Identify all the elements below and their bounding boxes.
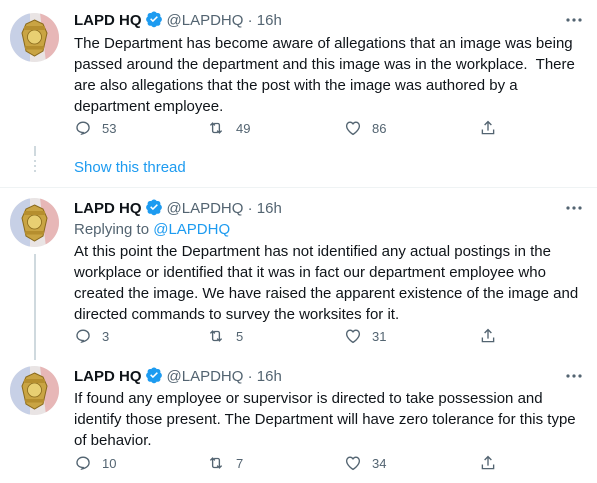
display-name[interactable]: LAPD HQ bbox=[74, 12, 142, 29]
more-options-icon[interactable] bbox=[563, 10, 585, 30]
tweet-1[interactable]: LAPD HQ @LAPDHQ · 16h The Department has … bbox=[0, 0, 597, 175]
retweet-icon bbox=[209, 330, 223, 342]
tweet-text: If found any employee or supervisor is d… bbox=[74, 390, 580, 449]
handle[interactable]: @LAPDHQ bbox=[167, 368, 244, 385]
avatar[interactable] bbox=[10, 13, 59, 62]
like-button[interactable]: 34 bbox=[344, 453, 386, 473]
separator-dot: · bbox=[247, 200, 253, 217]
tweet-header: LAPD HQ @LAPDHQ · 16h bbox=[74, 10, 282, 30]
display-name[interactable]: LAPD HQ bbox=[74, 200, 142, 217]
separator-dot: · bbox=[247, 368, 253, 385]
like-count: 31 bbox=[372, 328, 387, 344]
show-thread-link[interactable]: Show this thread bbox=[74, 158, 186, 178]
reply-count: 53 bbox=[102, 120, 117, 136]
retweet-button[interactable]: 49 bbox=[206, 118, 250, 138]
replying-to-handle-link[interactable]: @LAPDHQ bbox=[153, 221, 230, 238]
thread-line bbox=[34, 254, 36, 360]
replying-to: Replying to @LAPDHQ bbox=[74, 220, 230, 240]
share-icon bbox=[481, 120, 495, 135]
more-options-icon[interactable] bbox=[563, 366, 585, 386]
tweet-text: At this point the Department has not ide… bbox=[74, 243, 583, 323]
timestamp[interactable]: 16h bbox=[257, 12, 282, 29]
retweet-icon bbox=[209, 122, 223, 134]
retweet-button[interactable]: 5 bbox=[206, 326, 243, 346]
retweet-count: 7 bbox=[236, 455, 244, 471]
share-icon bbox=[481, 328, 495, 343]
like-icon bbox=[345, 121, 361, 136]
tweet-actions: 10 7 34 bbox=[74, 453, 514, 473]
tweet-actions: 53 49 86 bbox=[74, 118, 514, 138]
tweet-2[interactable]: LAPD HQ @LAPDHQ · 16h Replying to @LAPDHQ… bbox=[0, 188, 597, 360]
tweet-header: LAPD HQ @LAPDHQ · 16h bbox=[74, 366, 282, 386]
share-icon bbox=[481, 455, 495, 470]
reply-button[interactable]: 3 bbox=[74, 326, 109, 346]
timestamp[interactable]: 16h bbox=[257, 368, 282, 385]
retweet-icon bbox=[209, 457, 223, 469]
reply-icon bbox=[76, 329, 90, 344]
lapd-badge-avatar-image bbox=[10, 198, 59, 247]
share-button[interactable] bbox=[479, 118, 507, 138]
more-options-icon[interactable] bbox=[563, 198, 585, 218]
separator-dot: · bbox=[247, 12, 253, 29]
replying-to-label: Replying to bbox=[74, 221, 154, 238]
tweet-header: LAPD HQ @LAPDHQ · 16h bbox=[74, 198, 282, 218]
handle[interactable]: @LAPDHQ bbox=[167, 12, 244, 29]
like-icon bbox=[345, 329, 361, 344]
reply-count: 10 bbox=[102, 455, 117, 471]
like-count: 86 bbox=[372, 120, 387, 136]
tweet-3[interactable]: LAPD HQ @LAPDHQ · 16h If found any employ… bbox=[0, 356, 597, 483]
thread-connector bbox=[34, 146, 36, 172]
tweet-actions: 3 5 31 bbox=[74, 326, 514, 346]
retweet-button[interactable]: 7 bbox=[206, 453, 243, 473]
verified-badge-icon bbox=[145, 198, 163, 222]
like-icon bbox=[345, 456, 361, 471]
lapd-badge-avatar-image bbox=[10, 366, 59, 415]
like-count: 34 bbox=[372, 455, 387, 471]
tweet-text: The Department has become aware of alleg… bbox=[74, 35, 580, 115]
reply-count: 3 bbox=[102, 328, 110, 344]
reply-icon bbox=[76, 121, 90, 136]
verified-badge-icon bbox=[145, 366, 163, 390]
retweet-count: 49 bbox=[236, 120, 251, 136]
timestamp[interactable]: 16h bbox=[257, 200, 282, 217]
lapd-badge-avatar-image bbox=[10, 13, 59, 62]
share-button[interactable] bbox=[479, 453, 507, 473]
reply-button[interactable]: 10 bbox=[74, 453, 116, 473]
verified-badge-icon bbox=[145, 10, 163, 34]
like-button[interactable]: 31 bbox=[344, 326, 386, 346]
retweet-count: 5 bbox=[236, 328, 244, 344]
display-name[interactable]: LAPD HQ bbox=[74, 368, 142, 385]
reply-icon bbox=[76, 456, 90, 471]
share-button[interactable] bbox=[479, 326, 507, 346]
avatar[interactable] bbox=[10, 198, 59, 247]
avatar[interactable] bbox=[10, 366, 59, 415]
reply-button[interactable]: 53 bbox=[74, 118, 116, 138]
like-button[interactable]: 86 bbox=[344, 118, 386, 138]
handle[interactable]: @LAPDHQ bbox=[167, 200, 244, 217]
